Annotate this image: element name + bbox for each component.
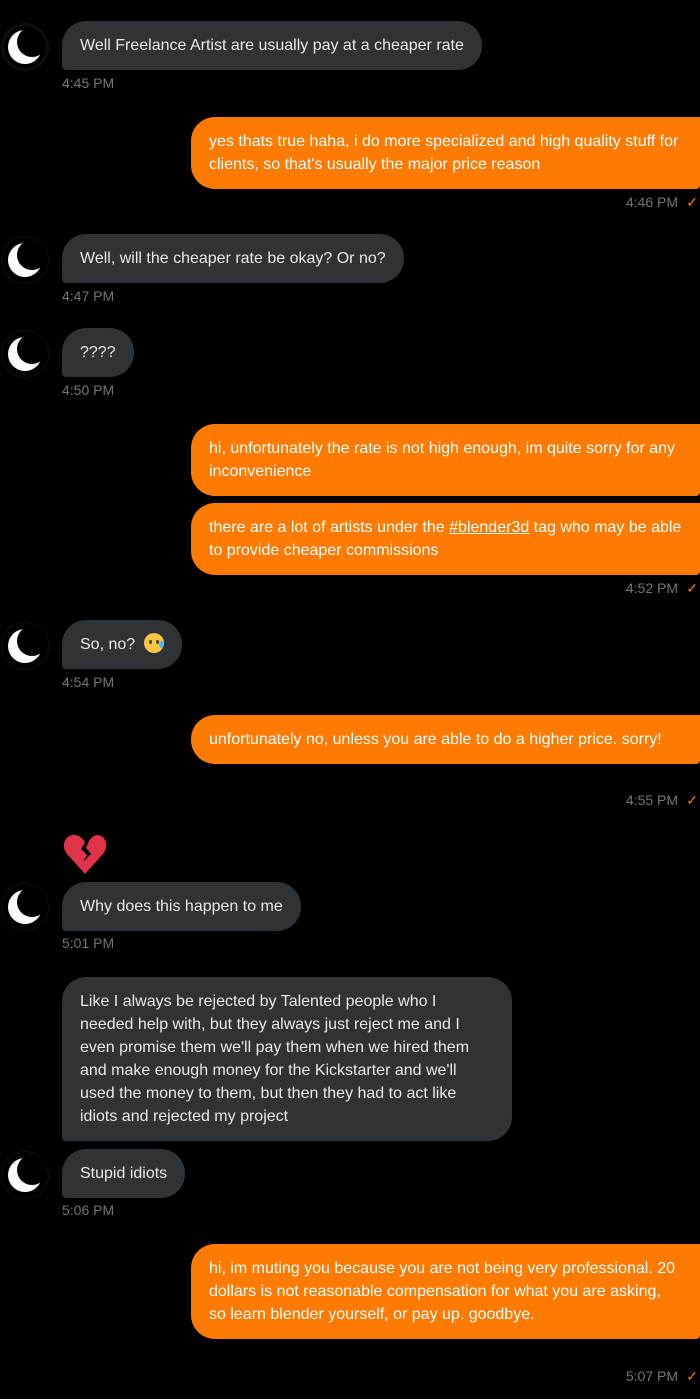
check-icon: ✓ [686, 194, 698, 210]
timestamp: 4:54 PM [62, 674, 115, 690]
incoming-message[interactable]: So, no? [62, 620, 182, 669]
broken-heart-icon [62, 832, 108, 876]
timestamp: 4:46 PM [625, 194, 678, 210]
message-text: So, no? [80, 636, 136, 653]
timestamp: 5:07 PM [625, 1368, 678, 1384]
avatar[interactable] [2, 24, 48, 70]
incoming-message[interactable]: Well, will the cheaper rate be okay? Or … [62, 234, 404, 283]
message-text: there are a lot of artists under the [209, 519, 450, 536]
incoming-message[interactable]: Stupid idiots [62, 1149, 186, 1198]
incoming-message[interactable]: Why does this happen to me [62, 882, 301, 931]
outgoing-message[interactable]: unfortunately no, unless you are able to… [191, 715, 700, 764]
avatar[interactable] [2, 237, 48, 283]
outgoing-message[interactable]: hi, unfortunately the rate is not high e… [191, 424, 700, 496]
incoming-message[interactable]: Like I always be rejected by Talented pe… [62, 977, 512, 1141]
avatar[interactable] [2, 331, 48, 377]
timestamp: 4:52 PM [625, 580, 678, 596]
incoming-message[interactable]: ???? [62, 328, 134, 377]
avatar[interactable] [2, 884, 48, 930]
timestamp: 4:55 PM [625, 792, 678, 808]
outgoing-message[interactable]: yes thats true haha, i do more specializ… [191, 117, 700, 189]
avatar[interactable] [2, 623, 48, 669]
timestamp: 5:01 PM [62, 935, 115, 951]
check-icon: ✓ [686, 580, 698, 596]
avatar[interactable] [2, 1152, 48, 1198]
crying-face-icon [143, 633, 164, 653]
check-icon: ✓ [686, 792, 698, 808]
timestamp: 5:06 PM [62, 1202, 115, 1218]
outgoing-message[interactable]: there are a lot of artists under the #bl… [191, 503, 700, 575]
timestamp: 4:45 PM [62, 75, 115, 91]
check-icon: ✓ [686, 1368, 698, 1384]
outgoing-message[interactable]: hi, im muting you because you are not be… [191, 1244, 700, 1339]
timestamp: 4:47 PM [62, 288, 115, 304]
hashtag-link[interactable]: #blender3d [449, 519, 529, 536]
incoming-message[interactable]: Well Freelance Artist are usually pay at… [62, 21, 482, 70]
timestamp: 4:50 PM [62, 382, 115, 398]
